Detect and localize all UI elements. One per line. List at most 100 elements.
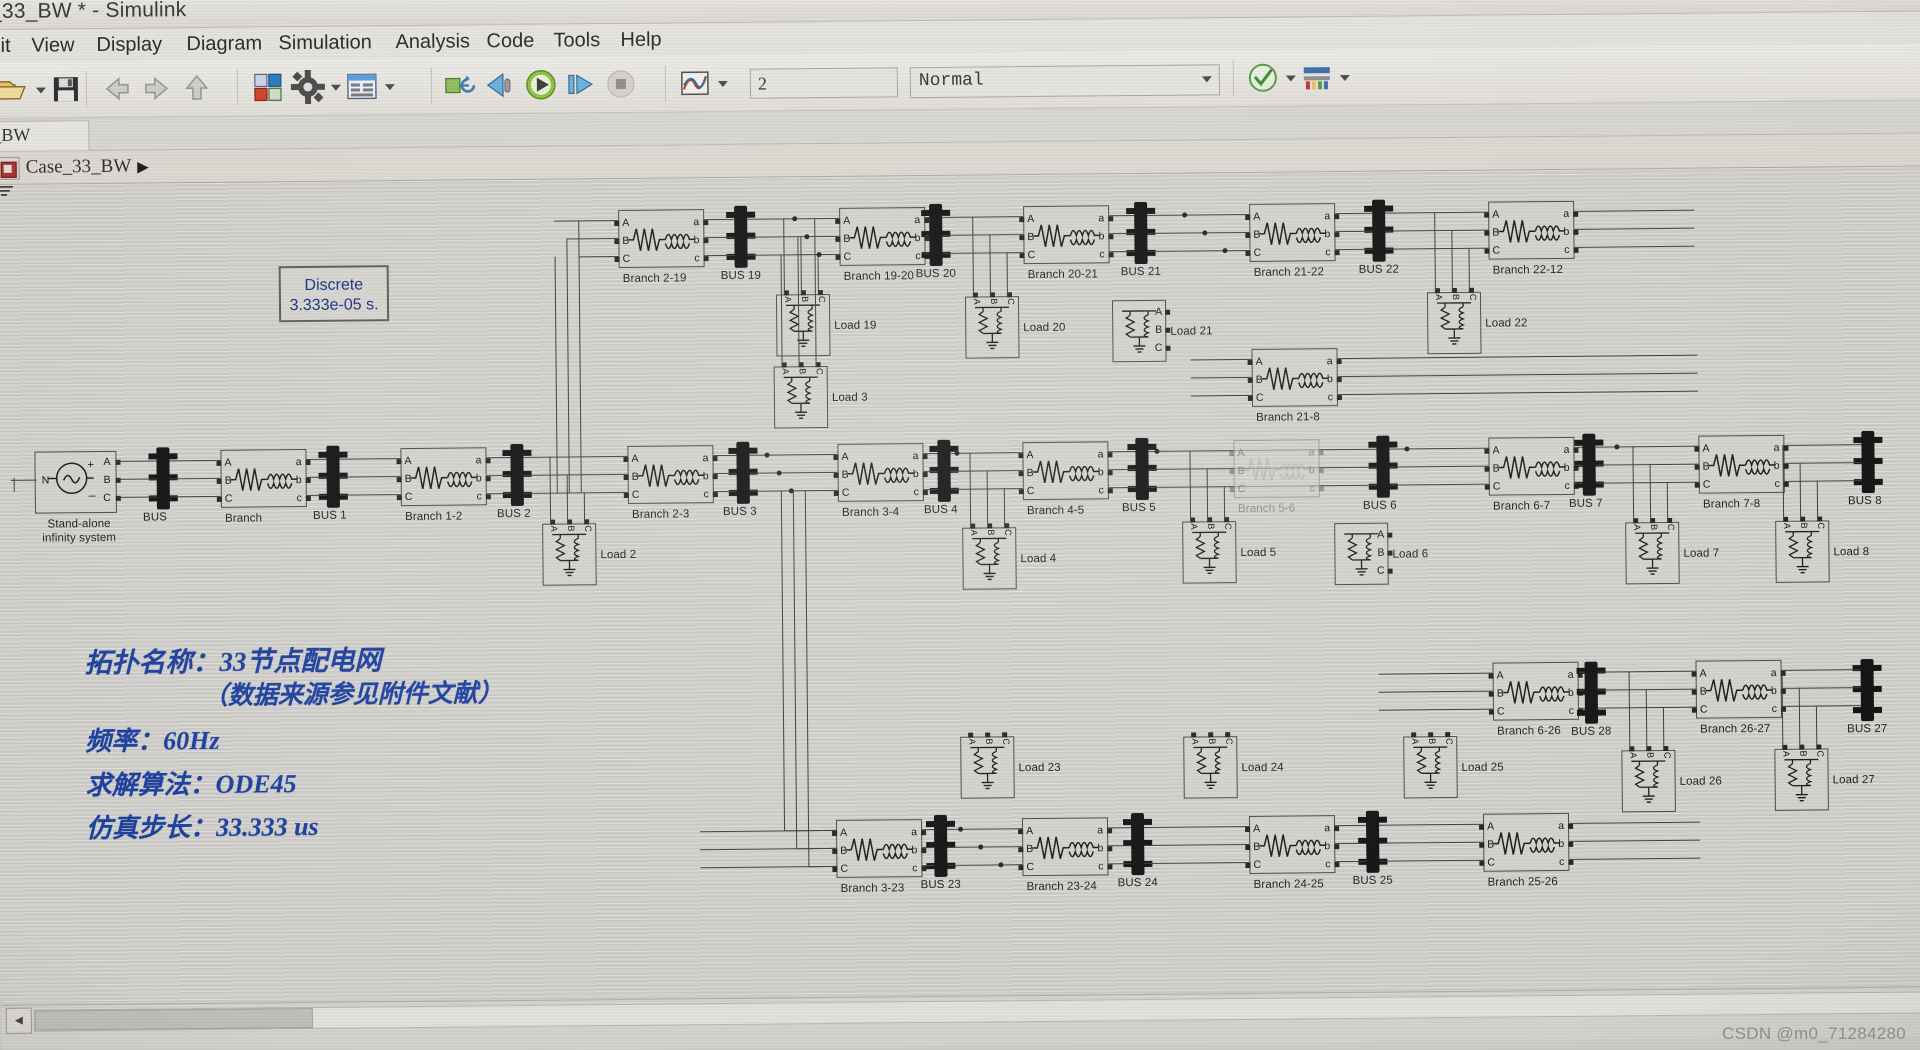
breadcrumb-path[interactable]: Case_33_BW: [26, 156, 132, 179]
navigate-forward-button[interactable]: [137, 68, 177, 108]
horizontal-scrollbar-thumb[interactable]: [35, 1008, 313, 1031]
load-block[interactable]: ABC: [965, 296, 1020, 359]
menu-item-code[interactable]: Code: [481, 29, 539, 55]
port-pin: [1108, 234, 1113, 239]
menu-item-display[interactable]: Display: [91, 32, 167, 58]
load-block[interactable]: ABC: [1621, 750, 1676, 813]
navigate-back-button[interactable]: [97, 69, 137, 109]
tab-case-33-bw[interactable]: 33_BW: [0, 120, 90, 151]
branch-output-port-c: c: [1098, 860, 1103, 872]
branch-output-port-c: c: [914, 486, 919, 498]
open-model-dropdown-icon[interactable]: [33, 69, 47, 109]
model-explorer-dropdown-icon[interactable]: [382, 66, 396, 106]
load-block[interactable]: ABC: [962, 527, 1017, 590]
bus-port: [1143, 819, 1152, 825]
branch-block[interactable]: ABCabc: [1251, 348, 1338, 407]
wire-segment: [1782, 687, 1861, 689]
wire-segment: [705, 255, 735, 257]
load-block[interactable]: ABC: [1403, 736, 1458, 799]
model-advisor-button[interactable]: [1243, 58, 1283, 98]
load-block[interactable]: ABC: [1775, 520, 1830, 583]
menu-item-tools[interactable]: Tools: [548, 28, 605, 54]
branch-block[interactable]: ABCabc: [1022, 817, 1109, 876]
port-pin: [1484, 213, 1489, 218]
model-canvas[interactable]: Discrete 3.333e-05 s. ABCabcBranchABCabc…: [0, 166, 1920, 1005]
branch-block[interactable]: ABCabc: [1483, 813, 1570, 872]
run-simulation-button[interactable]: [521, 65, 561, 105]
branch-block[interactable]: ABCabc: [836, 819, 923, 878]
branch-input-port-B: B: [1700, 686, 1707, 698]
branch-block[interactable]: ABCabc: [839, 207, 926, 266]
minimize-button[interactable]: –: [1778, 0, 1804, 5]
branch-block[interactable]: ABCabc: [1022, 441, 1109, 500]
branch-block[interactable]: ABCabc: [400, 447, 487, 506]
port-pin: [1245, 845, 1250, 850]
load-block[interactable]: ABC: [960, 736, 1015, 799]
performance-advisor-button[interactable]: [1297, 57, 1337, 97]
load-block[interactable]: ABC: [774, 366, 829, 429]
branch-label: Branch 1-2: [405, 511, 462, 524]
branch-label: Branch 6-26: [1497, 725, 1561, 738]
port-pin: [485, 458, 490, 463]
load-block[interactable]: ABC: [1183, 736, 1238, 799]
load-block[interactable]: ABC: [1427, 292, 1482, 355]
model-explorer-button[interactable]: [342, 66, 382, 106]
port-pin: [1445, 732, 1450, 737]
source-block[interactable]: +_ABCN: [34, 451, 117, 514]
menu-item-analysis[interactable]: Analysis: [390, 29, 475, 55]
branch-block[interactable]: ABCabc: [220, 449, 307, 508]
maximize-button[interactable]: ❐: [1834, 0, 1860, 4]
navigate-up-button[interactable]: [177, 68, 217, 108]
menu-item-simulation[interactable]: Simulation: [273, 30, 377, 56]
menu-item-diagram[interactable]: Diagram: [181, 31, 267, 57]
simulation-stop-time-input[interactable]: [750, 67, 898, 98]
branch-block[interactable]: ABCabc: [1023, 205, 1110, 264]
branch-block[interactable]: ABCabc: [1488, 437, 1575, 496]
scroll-left-button[interactable]: ◂: [6, 1008, 32, 1034]
load-block[interactable]: ABC: [542, 523, 597, 586]
branch-block[interactable]: ABCabc: [1492, 662, 1579, 721]
port-pin: [1334, 844, 1339, 849]
chevron-right-icon[interactable]: ▶: [137, 158, 149, 176]
close-button[interactable]: ✕: [1890, 0, 1916, 4]
data-inspector-dropdown-icon[interactable]: [715, 63, 729, 103]
port-pin: [1484, 231, 1489, 236]
stop-simulation-button[interactable]: [601, 64, 641, 104]
branch-block[interactable]: ABCabc: [618, 209, 705, 268]
update-diagram-button[interactable]: [441, 65, 481, 105]
branch-block[interactable]: ABCabc: [1698, 435, 1785, 494]
load-block[interactable]: ABC: [1182, 521, 1237, 584]
menu-item-dit[interactable]: dit: [0, 34, 16, 59]
junction-node: [816, 252, 821, 257]
save-model-button[interactable]: [47, 69, 87, 109]
port-pin: [1411, 732, 1416, 737]
source-output-port-C: C: [103, 492, 111, 504]
load-block[interactable]: ABC: [1625, 522, 1680, 585]
wire-segment: [747, 236, 839, 238]
step-back-button[interactable]: [481, 65, 521, 105]
simulation-data-inspector-button[interactable]: [675, 63, 715, 103]
branch-output-port-a: a: [1558, 820, 1564, 832]
configuration-dropdown-icon[interactable]: [328, 67, 342, 107]
branch-block[interactable]: ABCabc: [837, 443, 924, 502]
branch-block[interactable]: ABCabc: [1695, 660, 1782, 719]
port-pin: [1018, 865, 1023, 870]
branch-block[interactable]: ABCabc: [1488, 201, 1575, 260]
branch-block[interactable]: ABCabc: [1249, 203, 1336, 262]
port-pin: [832, 831, 837, 836]
branch-block[interactable]: ABCabc: [1249, 815, 1336, 874]
step-forward-button[interactable]: [561, 64, 601, 104]
load-block[interactable]: ABC: [1112, 300, 1167, 363]
performance-advisor-dropdown-icon[interactable]: [1337, 57, 1351, 97]
model-configuration-parameters-button[interactable]: [288, 67, 328, 107]
menu-item-help[interactable]: Help: [615, 28, 666, 53]
library-browser-button[interactable]: [248, 67, 288, 107]
simulation-mode-select[interactable]: Normal: [910, 64, 1220, 98]
menu-item-view[interactable]: View: [26, 33, 79, 59]
open-model-button[interactable]: [0, 70, 33, 110]
branch-block[interactable]: ABCabc: [627, 445, 714, 504]
model-advisor-dropdown-icon[interactable]: [1283, 57, 1297, 97]
load-block[interactable]: ABC: [776, 294, 831, 357]
load-block[interactable]: ABC: [1774, 748, 1829, 811]
load-block[interactable]: ABC: [1334, 523, 1389, 586]
